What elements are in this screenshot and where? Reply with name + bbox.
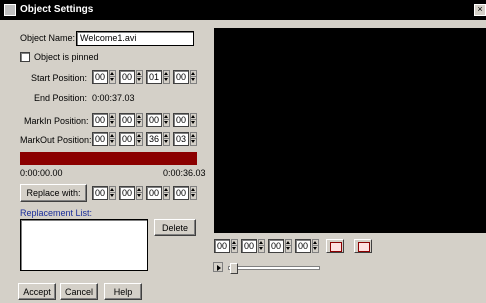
start-position-seconds[interactable]: 01: [146, 70, 162, 84]
markout-seconds[interactable]: 36: [146, 132, 162, 146]
player-frames[interactable]: 00: [295, 239, 311, 253]
app-icon: [4, 4, 16, 16]
player-minutes-spinner[interactable]: [258, 239, 265, 253]
cancel-button[interactable]: Cancel: [60, 283, 98, 300]
timeline-end-label: 0:00:36.03: [163, 168, 206, 178]
start-position-hours[interactable]: 00: [92, 70, 108, 84]
end-position-label: End Position:: [34, 93, 88, 103]
markout-minutes-spinner[interactable]: [136, 132, 143, 146]
film-frame-icon: [358, 242, 370, 252]
start-position-hours-spinner[interactable]: [109, 70, 116, 84]
title-bar: Object Settings ×: [0, 0, 486, 20]
markin-frames[interactable]: 00: [173, 113, 189, 127]
start-position-minutes[interactable]: 00: [119, 70, 135, 84]
help-button[interactable]: Help: [104, 283, 142, 300]
timeline-bar[interactable]: [20, 152, 197, 165]
markin-hours-spinner[interactable]: [109, 113, 116, 127]
close-button[interactable]: ×: [474, 4, 486, 16]
play-icon: [217, 265, 221, 271]
play-button[interactable]: [213, 262, 223, 272]
markout-frames[interactable]: 03: [173, 132, 189, 146]
window-title: Object Settings: [20, 4, 94, 15]
start-position-frames[interactable]: 00: [173, 70, 189, 84]
start-position-label: Start Position:: [31, 73, 88, 83]
seek-slider-thumb[interactable]: [230, 263, 238, 274]
set-markout-button[interactable]: [354, 239, 372, 253]
markout-label: MarkOut Position:: [20, 135, 92, 145]
markin-seconds-spinner[interactable]: [163, 113, 170, 127]
accept-button[interactable]: Accept: [18, 283, 56, 300]
delete-button[interactable]: Delete: [154, 219, 196, 236]
markin-hours[interactable]: 00: [92, 113, 108, 127]
replace-seconds[interactable]: 00: [146, 186, 162, 200]
markout-hours-spinner[interactable]: [109, 132, 116, 146]
markin-minutes[interactable]: 00: [119, 113, 135, 127]
markout-frames-spinner[interactable]: [190, 132, 197, 146]
markout-seconds-spinner[interactable]: [163, 132, 170, 146]
start-position-seconds-spinner[interactable]: [163, 70, 170, 84]
replace-hours-spinner[interactable]: [109, 186, 116, 200]
timeline-start-label: 0:00:00.00: [20, 168, 63, 178]
player-minutes[interactable]: 00: [241, 239, 257, 253]
replace-frames[interactable]: 00: [173, 186, 189, 200]
player-hours-spinner[interactable]: [231, 239, 238, 253]
replacement-list-label: Replacement List:: [20, 208, 93, 218]
pinned-checkbox[interactable]: [20, 52, 30, 62]
object-name-label: Object Name:: [20, 33, 76, 43]
player-seconds-spinner[interactable]: [285, 239, 292, 253]
start-position-frames-spinner[interactable]: [190, 70, 197, 84]
video-preview: [214, 28, 486, 233]
markin-minutes-spinner[interactable]: [136, 113, 143, 127]
seek-slider-track[interactable]: [228, 266, 320, 270]
replace-minutes-spinner[interactable]: [136, 186, 143, 200]
set-markin-button[interactable]: [326, 239, 344, 253]
replace-minutes[interactable]: 00: [119, 186, 135, 200]
markout-hours[interactable]: 00: [92, 132, 108, 146]
player-frames-spinner[interactable]: [312, 239, 319, 253]
markin-label: MarkIn Position:: [24, 116, 89, 126]
markin-seconds[interactable]: 00: [146, 113, 162, 127]
replacement-list[interactable]: [20, 219, 148, 271]
film-frame-icon: [330, 242, 342, 252]
replace-seconds-spinner[interactable]: [163, 186, 170, 200]
markout-minutes[interactable]: 00: [119, 132, 135, 146]
object-name-input[interactable]: Welcome1.avi: [76, 31, 194, 46]
player-hours[interactable]: 00: [214, 239, 230, 253]
replace-frames-spinner[interactable]: [190, 186, 197, 200]
pinned-label: Object is pinned: [34, 52, 99, 62]
replace-hours[interactable]: 00: [92, 186, 108, 200]
end-position-value: 0:00:37.03: [92, 93, 135, 103]
start-position-minutes-spinner[interactable]: [136, 70, 143, 84]
player-seconds[interactable]: 00: [268, 239, 284, 253]
markin-frames-spinner[interactable]: [190, 113, 197, 127]
replace-with-button[interactable]: Replace with:: [20, 184, 87, 202]
